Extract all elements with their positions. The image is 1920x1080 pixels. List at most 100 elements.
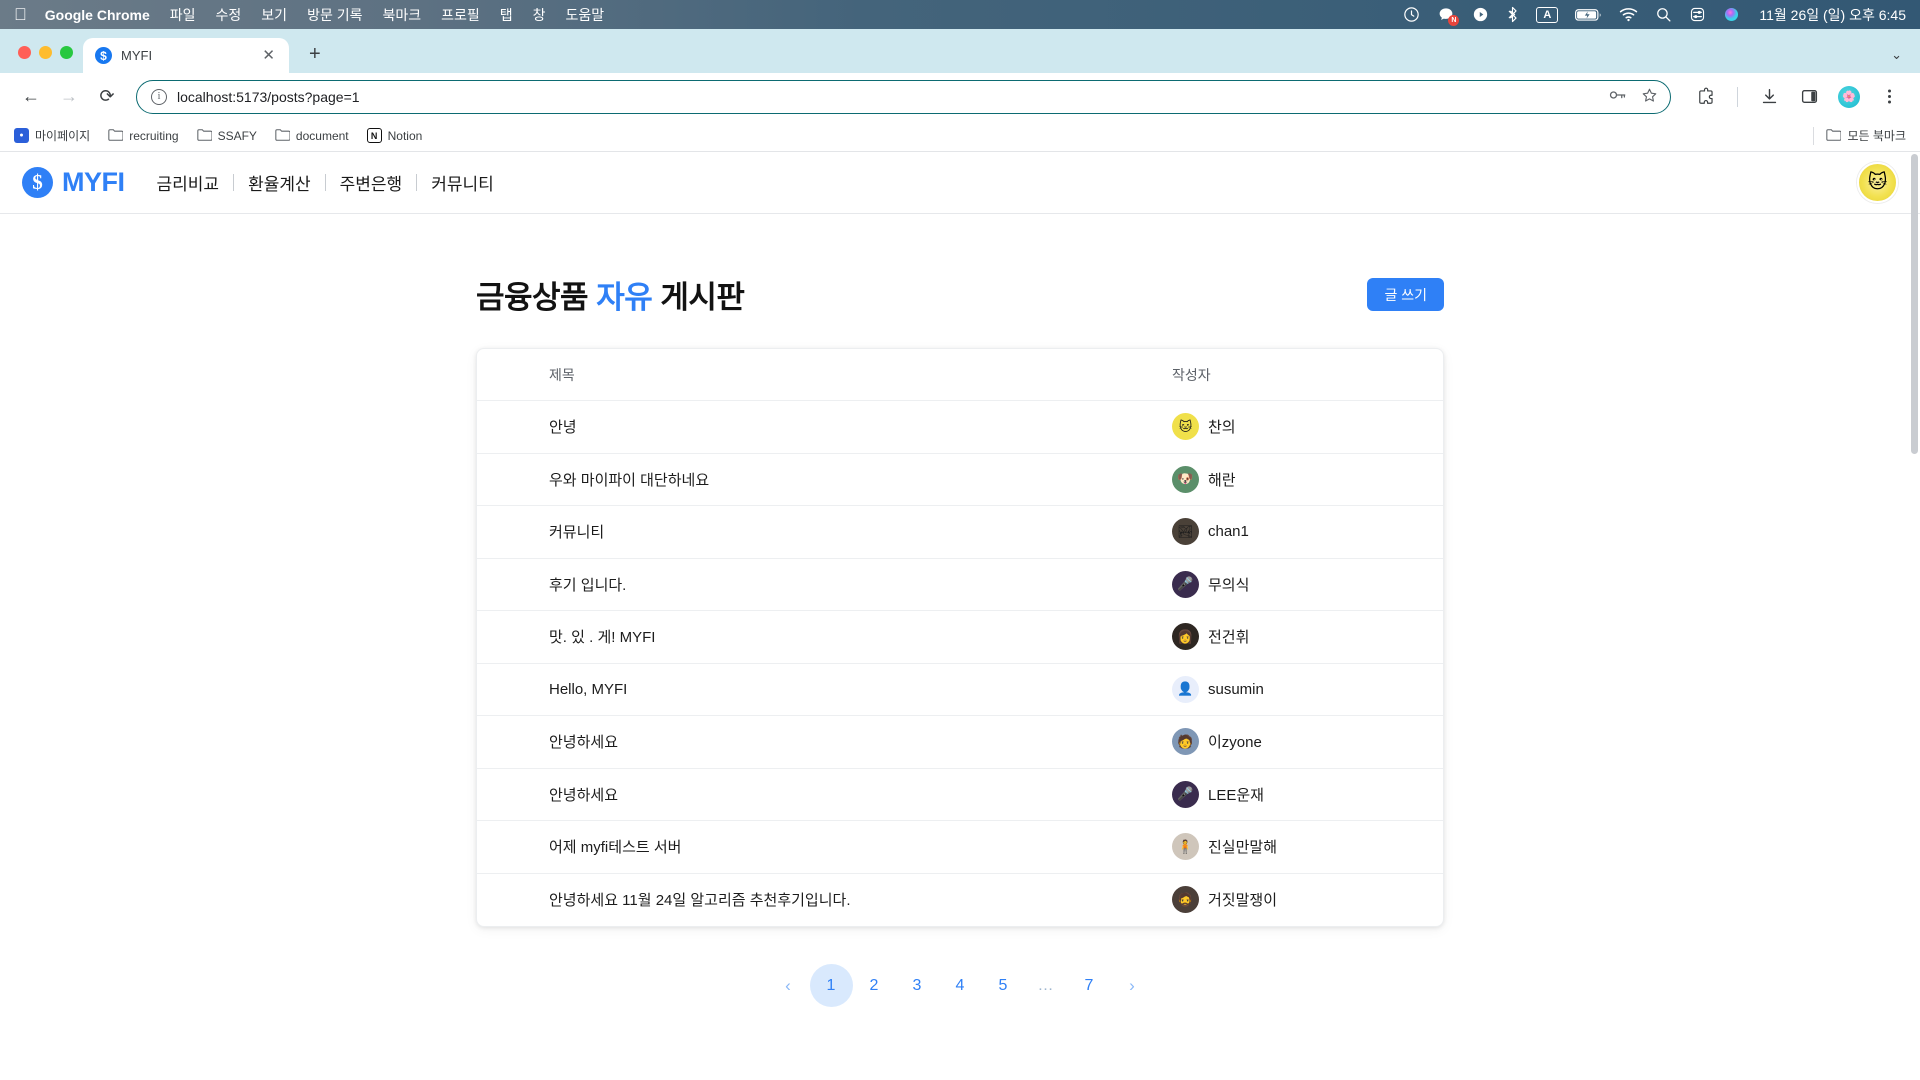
- password-key-icon[interactable]: [1609, 88, 1627, 105]
- column-header-title: 제목: [549, 365, 1172, 385]
- menu-history[interactable]: 방문 기록: [307, 5, 362, 25]
- active-app-name[interactable]: Google Chrome: [45, 7, 150, 23]
- table-row[interactable]: 후기 입니다. 🎤 무의식: [477, 559, 1443, 612]
- tab-search-chevron-down-icon[interactable]: ⌄: [1891, 47, 1902, 63]
- bookmark-item-mypage[interactable]: ● 마이페이지: [14, 127, 90, 144]
- new-tab-button[interactable]: +: [301, 42, 329, 66]
- hidden-bar-icon[interactable]: [1472, 6, 1489, 23]
- avatar: 👤: [1172, 676, 1199, 703]
- forward-button[interactable]: →: [52, 80, 86, 114]
- back-button[interactable]: ←: [14, 80, 48, 114]
- maximize-window-button[interactable]: [60, 46, 73, 59]
- downloads-icon[interactable]: [1752, 80, 1786, 114]
- battery-icon[interactable]: [1575, 8, 1602, 22]
- menu-bookmarks[interactable]: 북마크: [382, 5, 421, 25]
- pagination-page-3[interactable]: 3: [896, 964, 939, 1007]
- post-title[interactable]: 커뮤니티: [549, 521, 1172, 542]
- bookmark-item-recruiting[interactable]: recruiting: [108, 128, 178, 144]
- pagination-page-1[interactable]: 1: [810, 964, 853, 1007]
- scrollbar-thumb[interactable]: [1911, 154, 1918, 454]
- menubar-clock[interactable]: 11월 26일 (일) 오후 6:45: [1757, 5, 1906, 25]
- address-bar[interactable]: i localhost:5173/posts?page=1: [136, 80, 1671, 114]
- pagination-page-7[interactable]: 7: [1068, 964, 1111, 1007]
- site-info-icon[interactable]: i: [151, 89, 167, 105]
- author-name: 이zyone: [1208, 731, 1262, 752]
- bookmark-item-document[interactable]: document: [275, 128, 349, 144]
- close-window-button[interactable]: [18, 46, 31, 59]
- wifi-icon[interactable]: [1619, 7, 1638, 22]
- pagination-next-button[interactable]: ›: [1111, 964, 1154, 1007]
- spotlight-search-icon[interactable]: [1655, 6, 1672, 23]
- table-row[interactable]: 안녕 🐱 찬의: [477, 401, 1443, 454]
- table-row[interactable]: 커뮤니티 🏞 chan1: [477, 506, 1443, 559]
- post-title[interactable]: 안녕하세요: [549, 731, 1172, 752]
- minimize-window-button[interactable]: [39, 46, 52, 59]
- nav-item-community[interactable]: 커뮤니티: [417, 170, 508, 195]
- user-avatar[interactable]: 🐱: [1857, 162, 1898, 203]
- profile-avatar-icon[interactable]: 🌸: [1832, 80, 1866, 114]
- table-row[interactable]: 안녕하세요 🧑 이zyone: [477, 716, 1443, 769]
- pagination-page-2[interactable]: 2: [853, 964, 896, 1007]
- tab-title: MYFI: [121, 48, 249, 63]
- brand-logo-link[interactable]: $ MYFI: [22, 167, 125, 198]
- chrome-menu-icon[interactable]: [1872, 80, 1906, 114]
- post-title[interactable]: 어제 myfi테스트 서버: [549, 836, 1172, 857]
- siri-icon[interactable]: [1723, 6, 1740, 23]
- apple-logo-icon[interactable]: : [14, 6, 27, 23]
- url-text[interactable]: localhost:5173/posts?page=1: [177, 89, 1599, 105]
- pagination-prev-button[interactable]: ‹: [767, 964, 810, 1007]
- table-row[interactable]: 어제 myfi테스트 서버 🧍 진실만말해: [477, 821, 1443, 874]
- menu-window[interactable]: 창: [533, 5, 546, 25]
- pagination-page-5[interactable]: 5: [982, 964, 1025, 1007]
- table-row[interactable]: 맛. 있 . 게! MYFI 👩 전건휘: [477, 611, 1443, 664]
- bookmark-item-ssafy[interactable]: SSAFY: [197, 128, 257, 144]
- control-center-icon[interactable]: [1689, 6, 1706, 23]
- bookmark-label: SSAFY: [218, 129, 257, 143]
- menu-file[interactable]: 파일: [170, 5, 196, 25]
- post-title[interactable]: 안녕하세요 11월 24일 알고리즘 추천후기입니다.: [549, 889, 1172, 910]
- table-row[interactable]: 안녕하세요 🎤 LEE운재: [477, 769, 1443, 822]
- menu-profiles[interactable]: 프로필: [441, 5, 480, 25]
- notification-badge: N: [1448, 15, 1459, 26]
- all-bookmarks-button[interactable]: 모든 북마크: [1826, 127, 1906, 144]
- extensions-icon[interactable]: [1689, 80, 1723, 114]
- nav-item-exchange-calc[interactable]: 환율계산: [234, 170, 325, 195]
- bookmarks-bar: ● 마이페이지 recruiting SSAFY document N Noti…: [0, 120, 1920, 152]
- bookmark-item-notion[interactable]: N Notion: [367, 128, 423, 143]
- table-row[interactable]: 안녕하세요 11월 24일 알고리즘 추천후기입니다. 🧔 거짓말쟁이: [477, 874, 1443, 927]
- menu-edit[interactable]: 수정: [216, 5, 242, 25]
- author-name: 전건휘: [1208, 626, 1249, 647]
- page-viewport: $ MYFI 금리비교 환율계산 주변은행 커뮤니티 🐱 금융상품 자유: [0, 152, 1920, 1080]
- post-title[interactable]: 우와 마이파이 대단하네요: [549, 469, 1172, 490]
- screen-time-icon[interactable]: [1403, 6, 1420, 23]
- side-panel-icon[interactable]: [1792, 80, 1826, 114]
- folder-icon: [108, 128, 123, 144]
- messages-icon[interactable]: N: [1437, 6, 1455, 23]
- write-post-button[interactable]: 글 쓰기: [1367, 278, 1444, 311]
- post-title[interactable]: 후기 입니다.: [549, 574, 1172, 595]
- nav-item-nearby-banks[interactable]: 주변은행: [326, 170, 417, 195]
- menu-tab[interactable]: 탭: [500, 5, 513, 25]
- page-scrollbar[interactable]: [1908, 152, 1920, 1080]
- menu-help[interactable]: 도움말: [566, 5, 605, 25]
- post-author: 🏞 chan1: [1172, 518, 1407, 545]
- bookmark-star-icon[interactable]: [1641, 87, 1658, 107]
- table-row[interactable]: Hello, MYFI 👤 susumin: [477, 664, 1443, 717]
- author-name: LEE운재: [1208, 784, 1264, 805]
- post-title[interactable]: Hello, MYFI: [549, 681, 1172, 698]
- input-source-icon[interactable]: A: [1536, 7, 1558, 23]
- nav-item-rate-compare[interactable]: 금리비교: [143, 170, 234, 195]
- close-tab-icon[interactable]: ✕: [258, 46, 279, 65]
- bluetooth-icon[interactable]: [1506, 6, 1519, 23]
- browser-tab[interactable]: $ MYFI ✕: [83, 38, 289, 73]
- post-list-header: 제목 작성자: [477, 349, 1443, 401]
- table-row[interactable]: 우와 마이파이 대단하네요 🐶 해란: [477, 454, 1443, 507]
- reload-button[interactable]: ⟳: [90, 80, 124, 114]
- post-title[interactable]: 안녕하세요: [549, 784, 1172, 805]
- menu-view[interactable]: 보기: [261, 5, 287, 25]
- page-title-row: 금융상품 자유 게시판 글 쓰기: [476, 272, 1444, 317]
- post-title[interactable]: 맛. 있 . 게! MYFI: [549, 626, 1172, 647]
- avatar: 🏞: [1172, 518, 1199, 545]
- pagination-page-4[interactable]: 4: [939, 964, 982, 1007]
- post-title[interactable]: 안녕: [549, 416, 1172, 437]
